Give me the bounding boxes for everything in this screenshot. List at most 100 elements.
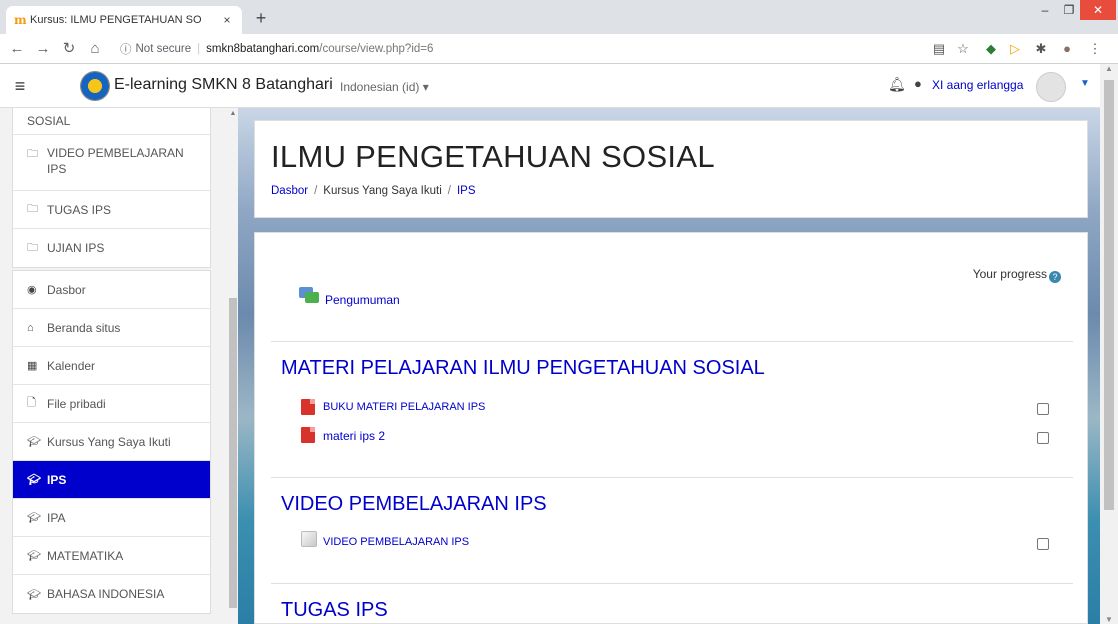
completion-checkbox[interactable] xyxy=(1037,538,1049,550)
browser-tab[interactable]: m Kursus: ILMU PENGETAHUAN SO × xyxy=(6,6,242,34)
section-title-tugas[interactable]: TUGAS IPS xyxy=(281,599,388,622)
dashboard-icon: ◉ xyxy=(27,284,37,296)
scrollbar-thumb[interactable] xyxy=(1104,80,1114,510)
user-avatar[interactable] xyxy=(1036,72,1066,102)
drawer-item-label: File pribadi xyxy=(47,396,106,411)
tab-title: Kursus: ILMU PENGETAHUAN SO xyxy=(30,14,202,26)
graduation-cap-icon: 🎓︎ xyxy=(27,512,41,524)
user-name[interactable]: XI aang erlangga xyxy=(932,78,1023,92)
course-content: Your progress? Pengumuman MATERI PELAJAR… xyxy=(254,232,1088,624)
drawer-item-file[interactable]: 🗋︎ File pribadi xyxy=(13,385,210,423)
pdf-icon xyxy=(301,399,315,415)
drawer-item-bahasa[interactable]: 🎓︎ BAHASA INDONESIA xyxy=(13,575,210,613)
section-divider xyxy=(271,477,1073,478)
drawer-item-label: BAHASA INDONESIA xyxy=(47,587,165,601)
drawer-item-ujian[interactable]: 🗀︎ UJIAN IPS xyxy=(13,229,210,267)
breadcrumb-ips[interactable]: IPS xyxy=(457,185,476,197)
forum-icon xyxy=(299,287,321,305)
scroll-down-icon[interactable]: ▼ xyxy=(1100,615,1118,624)
help-icon[interactable]: ? xyxy=(1049,271,1061,283)
browser-tab-bar: m Kursus: ILMU PENGETAHUAN SO × + – ❐ ✕ xyxy=(0,0,1118,34)
drawer-item-label: Kalender xyxy=(47,358,96,373)
notification-bell-icon[interactable]: 🔔︎ xyxy=(888,76,906,93)
user-menu-caret-icon[interactable]: ▼ xyxy=(1080,78,1090,89)
home-icon[interactable]: ⌂ xyxy=(84,38,106,60)
completion-checkbox[interactable] xyxy=(1037,403,1049,415)
translate-icon[interactable]: ▤ xyxy=(930,40,948,58)
url-host: smkn8batanghari.com xyxy=(206,43,320,55)
section-title-video[interactable]: VIDEO PEMBELAJARAN IPS xyxy=(281,493,547,516)
language-menu[interactable]: Indonesian (id) ▾ xyxy=(340,80,429,94)
bookmark-star-icon[interactable]: ☆ xyxy=(954,40,972,58)
page-scrollbar[interactable]: ▲ ▼ xyxy=(1100,64,1118,624)
course-sections-list: SOSIAL 🗀︎ VIDEO PEMBELAJARAN IPS 🗀︎ TUGA… xyxy=(12,108,211,268)
activity-video-pembelajaran[interactable]: VIDEO PEMBELAJARAN IPS xyxy=(323,536,469,548)
address-bar[interactable]: ⓘ Not secure | smkn8batanghari.com/cours… xyxy=(120,37,910,61)
drawer-item-ips[interactable]: 🎓︎ IPS xyxy=(13,461,210,499)
moodle-favicon-icon: m xyxy=(14,13,27,27)
drawer-item-label: IPA xyxy=(47,510,66,525)
drawer-item-label: TUGAS IPS xyxy=(47,202,112,217)
url-resource-icon xyxy=(301,531,317,547)
drawer-scrollbar[interactable]: ▲ xyxy=(228,108,238,624)
section-divider xyxy=(271,341,1073,342)
drawer-item-label: Beranda situs xyxy=(47,320,121,335)
completion-checkbox[interactable] xyxy=(1037,432,1049,444)
scroll-up-icon[interactable]: ▲ xyxy=(1100,64,1118,73)
drawer-item-tugas[interactable]: 🗀︎ TUGAS IPS xyxy=(13,191,210,229)
section-divider xyxy=(271,583,1073,584)
forward-icon[interactable]: → xyxy=(32,38,54,60)
back-icon[interactable]: ← xyxy=(6,38,28,60)
drawer-item-kursus[interactable]: 🎓︎ Kursus Yang Saya Ikuti xyxy=(13,423,210,461)
breadcrumb-separator: / xyxy=(314,185,318,197)
profile-avatar-icon[interactable]: ● xyxy=(1058,40,1076,58)
window-close-button[interactable]: ✕ xyxy=(1080,0,1116,20)
browser-menu-icon[interactable]: ⋮ xyxy=(1086,40,1104,58)
announcement-link[interactable]: Pengumuman xyxy=(325,293,400,307)
breadcrumb-dasbor[interactable]: Dasbor xyxy=(271,185,308,197)
activity-materi-ips-2[interactable]: materi ips 2 xyxy=(323,429,385,443)
drawer-item-kalender[interactable]: ▦ Kalender xyxy=(13,347,210,385)
drawer-scroll-up-icon[interactable]: ▲ xyxy=(228,110,238,117)
url-path: /course/view.php?id=6 xyxy=(319,43,434,55)
drawer-item-label: SOSIAL xyxy=(27,113,71,128)
breadcrumb-separator: / xyxy=(447,185,451,197)
file-icon: 🗋︎ xyxy=(27,397,36,409)
address-separator: | xyxy=(197,43,201,55)
browser-toolbar: ← → ↻ ⌂ ⓘ Not secure | smkn8batanghari.c… xyxy=(0,34,1118,64)
new-tab-button[interactable]: + xyxy=(250,8,272,30)
drawer-item-ipa[interactable]: 🎓︎ IPA xyxy=(13,499,210,537)
page-header: ILMU PENGETAHUAN SOSIAL Dasbor / Kursus Ya… xyxy=(254,120,1088,218)
extension-leaf-icon[interactable]: ◆ xyxy=(982,40,1000,58)
breadcrumb: Dasbor / Kursus Yang Saya Ikuti / IPS xyxy=(271,185,476,197)
drawer-item-label: Kursus Yang Saya Ikuti xyxy=(47,434,171,449)
page-title: ILMU PENGETAHUAN SOSIAL xyxy=(271,139,715,174)
drawer-toggle-icon[interactable]: ≡ xyxy=(10,76,30,96)
drawer-item-video[interactable]: 🗀︎ VIDEO PEMBELAJARAN IPS xyxy=(13,135,210,191)
message-bubble-icon[interactable]: ● xyxy=(914,76,922,91)
nav-drawer: SOSIAL 🗀︎ VIDEO PEMBELAJARAN IPS 🗀︎ TUGA… xyxy=(0,108,238,624)
breadcrumb-kursus[interactable]: Kursus Yang Saya Ikuti xyxy=(323,185,441,197)
reload-icon[interactable]: ↻ xyxy=(58,38,80,60)
graduation-cap-icon: 🎓︎ xyxy=(27,474,41,486)
tab-close-icon[interactable]: × xyxy=(220,13,234,27)
site-name[interactable]: E-learning SMKN 8 Batanghari xyxy=(114,76,333,94)
activity-buku-materi[interactable]: BUKU MATERI PELAJARAN IPS xyxy=(323,401,485,413)
drawer-item-label: IPS xyxy=(47,472,67,487)
drawer-item-dasbor[interactable]: ◉ Dasbor xyxy=(13,271,210,309)
site-navbar: ≡ E-learning SMKN 8 Batanghari Indonesia… xyxy=(0,64,1100,108)
drawer-item-label: VIDEO PEMBELAJARAN IPS xyxy=(47,146,184,176)
extension-play-icon[interactable]: ▷ xyxy=(1006,40,1024,58)
extensions-puzzle-icon[interactable]: ✱ xyxy=(1032,40,1050,58)
school-logo[interactable] xyxy=(80,71,110,101)
drawer-item-sosial[interactable]: SOSIAL xyxy=(13,108,210,135)
progress-label: Your progress? xyxy=(973,267,1061,283)
drawer-item-matematika[interactable]: 🎓︎ MATEMATIKA xyxy=(13,537,210,575)
drawer-item-beranda[interactable]: ⌂ Beranda situs xyxy=(13,309,210,347)
drawer-scrollbar-thumb[interactable] xyxy=(229,298,237,608)
security-label: Not secure xyxy=(135,43,192,55)
info-icon[interactable]: ⓘ xyxy=(120,41,132,57)
section-title-materi[interactable]: MATERI PELAJARAN ILMU PENGETAHUAN SOSIAL xyxy=(281,357,765,380)
home-icon: ⌂ xyxy=(27,321,34,334)
pdf-icon xyxy=(301,427,315,443)
